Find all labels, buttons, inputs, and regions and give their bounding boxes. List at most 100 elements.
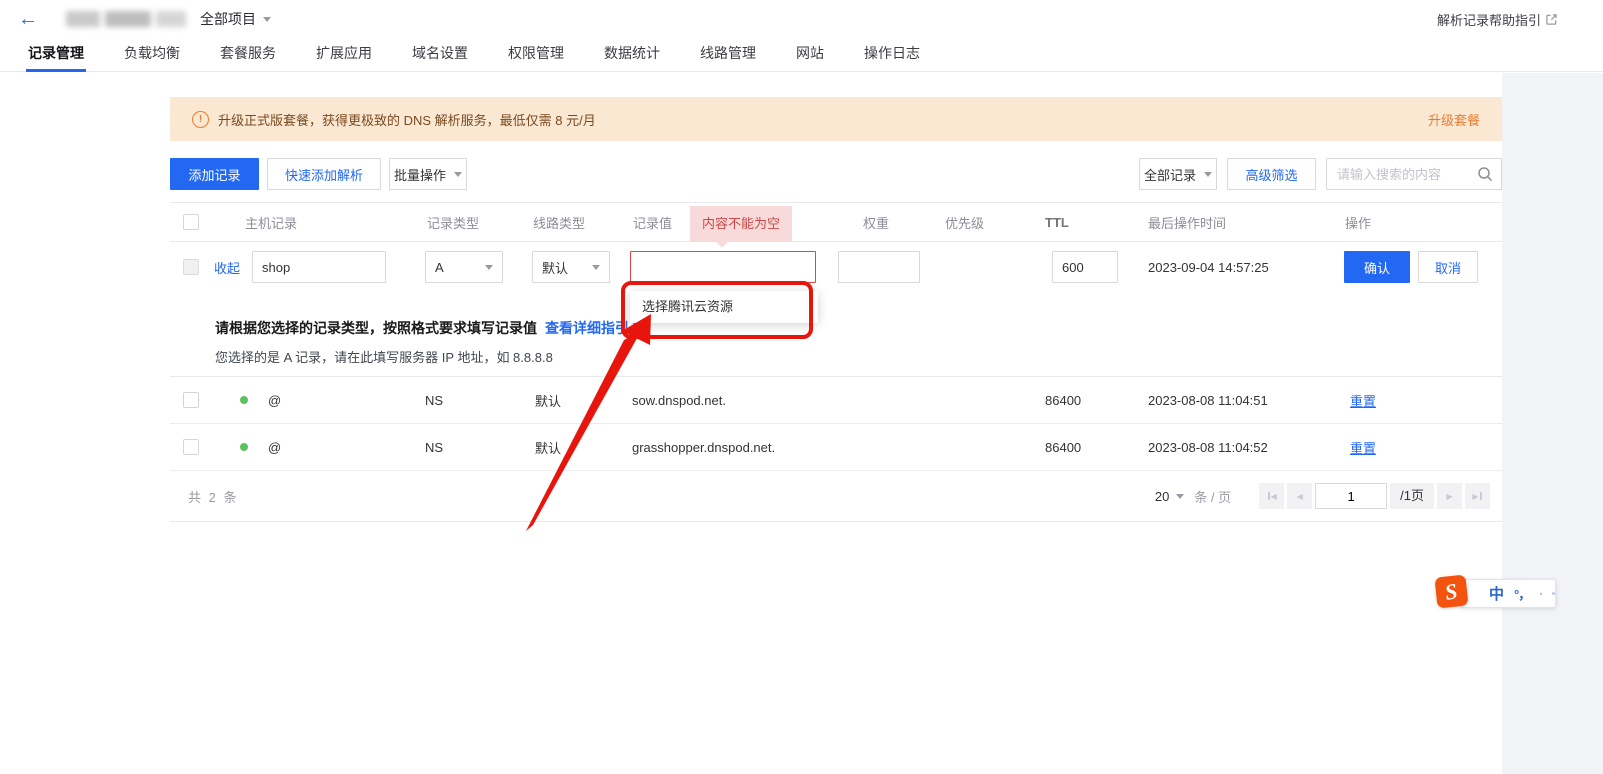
detail-guide-link[interactable]: 查看详细指引 bbox=[545, 320, 629, 336]
prev-page-button[interactable]: ◀ bbox=[1287, 483, 1312, 509]
page-right-gutter bbox=[1502, 73, 1603, 774]
row-host: @ bbox=[268, 393, 281, 408]
ime-punctuation-toggle[interactable]: °， bbox=[1514, 584, 1530, 603]
record-value-hint: 请根据您选择的记录类型，按照格式要求填写记录值查看详细指引 您选择的是 A 记录… bbox=[170, 292, 1502, 377]
host-record-input[interactable] bbox=[252, 251, 386, 283]
project-selector[interactable]: 全部项目 bbox=[200, 9, 271, 29]
select-all-checkbox[interactable] bbox=[183, 214, 199, 230]
tab-domain-settings[interactable]: 域名设置 bbox=[412, 38, 468, 72]
help-guide-link[interactable]: 解析记录帮助指引 bbox=[1437, 10, 1557, 29]
chevron-down-icon bbox=[1176, 494, 1184, 499]
tab-load-balancing[interactable]: 负载均衡 bbox=[124, 38, 180, 72]
confirm-button[interactable]: 确认 bbox=[1344, 251, 1410, 283]
keyboard-icon[interactable] bbox=[1552, 587, 1555, 600]
banner-text: 升级正式版套餐，获得更极致的 DNS 解析服务，最低仅需 8 元/月 bbox=[218, 110, 596, 129]
reset-link[interactable]: 重置 bbox=[1350, 394, 1376, 409]
table-row: @ NS 默认 sow.dnspod.net. 86400 2023-08-08… bbox=[170, 377, 1502, 424]
header-record-type: 记录类型 bbox=[400, 213, 504, 232]
tab-bar: 记录管理 负载均衡 套餐服务 扩展应用 域名设置 权限管理 数据统计 线路管理 … bbox=[0, 38, 1603, 72]
dns-record-console: ← 全部项目 解析记录帮助指引 记录管理 负载均衡 套餐服务 扩展应用 域名设置… bbox=[0, 0, 1603, 774]
batch-operation-button[interactable]: 批量操作 bbox=[389, 158, 467, 190]
record-value-input[interactable] bbox=[630, 251, 816, 283]
row-record-value: grasshopper.dnspod.net. bbox=[608, 440, 816, 455]
tab-website[interactable]: 网站 bbox=[796, 38, 824, 72]
search-input[interactable] bbox=[1326, 158, 1502, 190]
table-row: @ NS 默认 grasshopper.dnspod.net. 86400 20… bbox=[170, 424, 1502, 471]
add-record-button[interactable]: 添加记录 bbox=[170, 158, 259, 190]
back-arrow-icon[interactable]: ← bbox=[18, 9, 38, 29]
search-icon[interactable] bbox=[1477, 166, 1493, 182]
row-record-type: NS bbox=[400, 393, 504, 408]
pagination: ◀ ◀ /1页 ▶ ▶ bbox=[1259, 483, 1490, 509]
row-checkbox[interactable] bbox=[183, 392, 199, 408]
tab-permission-management[interactable]: 权限管理 bbox=[508, 38, 564, 72]
next-page-button[interactable]: ▶ bbox=[1437, 483, 1462, 509]
header-priority: 优先级 bbox=[916, 213, 1004, 232]
row-host: @ bbox=[268, 440, 281, 455]
header-weight: 权重 bbox=[816, 213, 916, 232]
toolbar-right-group: 全部记录 高级筛选 bbox=[1139, 158, 1502, 190]
upgrade-banner: ! 升级正式版套餐，获得更极致的 DNS 解析服务，最低仅需 8 元/月 升级套… bbox=[170, 97, 1502, 141]
microphone-icon[interactable] bbox=[1540, 586, 1542, 602]
row-line-type: 默认 bbox=[504, 391, 608, 410]
sogou-ime-logo[interactable]: S bbox=[1434, 574, 1468, 608]
line-type-select[interactable]: 默认 bbox=[532, 251, 610, 283]
page-size-value: 20 bbox=[1155, 489, 1169, 504]
record-edit-row: 收起 A 默认 2023-09-04 14:57:25 确认 取消 bbox=[170, 242, 1502, 292]
edit-row-timestamp: 2023-09-04 14:57:25 bbox=[1114, 260, 1322, 275]
batch-operation-label: 批量操作 bbox=[394, 165, 446, 184]
record-type-select[interactable]: A bbox=[425, 251, 503, 283]
record-filter-dropdown[interactable]: 全部记录 bbox=[1139, 158, 1217, 190]
cancel-button[interactable]: 取消 bbox=[1418, 251, 1478, 283]
header-ttl: TTL bbox=[1004, 215, 1114, 230]
page-number-input[interactable] bbox=[1315, 483, 1387, 509]
header-actions: 操作 bbox=[1322, 213, 1502, 232]
row-ttl: 86400 bbox=[1004, 393, 1114, 408]
page-count-label: /1页 bbox=[1390, 483, 1434, 509]
row-checkbox[interactable] bbox=[183, 439, 199, 455]
tab-line-management[interactable]: 线路管理 bbox=[700, 38, 756, 72]
table-header-row: 主机记录 记录类型 线路类型 记录值 权重 优先级 TTL 最后操作时间 操作 bbox=[170, 202, 1502, 242]
row-checkbox[interactable] bbox=[183, 259, 199, 275]
tab-operation-logs[interactable]: 操作日志 bbox=[864, 38, 920, 72]
chevron-down-icon bbox=[263, 17, 271, 22]
advanced-filter-button[interactable]: 高级筛选 bbox=[1227, 158, 1316, 190]
header-last-modified: 最后操作时间 bbox=[1114, 213, 1322, 232]
table-footer: 共 2 条 20 条 / 页 ◀ ◀ /1页 ▶ ▶ bbox=[170, 471, 1502, 522]
header-line-type: 线路类型 bbox=[504, 213, 608, 232]
ttl-input[interactable] bbox=[1052, 251, 1118, 283]
tab-data-statistics[interactable]: 数据统计 bbox=[604, 38, 660, 72]
status-dot-icon bbox=[240, 396, 248, 404]
row-record-type: NS bbox=[400, 440, 504, 455]
header-host: 主机记录 bbox=[214, 213, 400, 232]
status-dot-icon bbox=[240, 443, 248, 451]
chevron-down-icon bbox=[454, 172, 462, 177]
row-ttl: 86400 bbox=[1004, 440, 1114, 455]
upgrade-plan-link[interactable]: 升级套餐 bbox=[1428, 110, 1480, 129]
record-table: 主机记录 记录类型 线路类型 记录值 权重 优先级 TTL 最后操作时间 操作 … bbox=[170, 202, 1502, 522]
last-page-button[interactable]: ▶ bbox=[1465, 483, 1490, 509]
page-size-select[interactable]: 20 条 / 页 bbox=[1155, 487, 1231, 506]
tab-extended-apps[interactable]: 扩展应用 bbox=[316, 38, 372, 72]
hint-bold-text: 请根据您选择的记录类型，按照格式要求填写记录值 bbox=[215, 320, 537, 336]
ime-language-toggle[interactable]: 中 bbox=[1489, 583, 1504, 604]
reset-link[interactable]: 重置 bbox=[1350, 441, 1376, 456]
search-box bbox=[1326, 158, 1502, 190]
record-type-value: A bbox=[435, 260, 444, 275]
help-guide-label: 解析记录帮助指引 bbox=[1437, 10, 1541, 29]
hint-sub-text: 您选择的是 A 记录，请在此填写服务器 IP 地址，如 8.8.8.8 bbox=[215, 347, 1502, 366]
total-count: 共 2 条 bbox=[188, 487, 238, 506]
tab-record-management[interactable]: 记录管理 bbox=[28, 38, 84, 72]
page-size-unit: 条 / 页 bbox=[1194, 487, 1231, 506]
tab-plan-service[interactable]: 套餐服务 bbox=[220, 38, 276, 72]
weight-input[interactable] bbox=[838, 251, 920, 283]
first-page-button[interactable]: ◀ bbox=[1259, 483, 1284, 509]
external-link-icon bbox=[1546, 14, 1557, 25]
ime-toolbar: 中 °， bbox=[1460, 579, 1556, 608]
validation-error-tooltip: 内容不能为空 bbox=[690, 206, 792, 242]
row-line-type: 默认 bbox=[504, 438, 608, 457]
external-link-icon bbox=[633, 322, 644, 333]
collapse-link[interactable]: 收起 bbox=[214, 258, 240, 277]
quick-add-button[interactable]: 快速添加解析 bbox=[267, 158, 381, 190]
tencent-cloud-resource-option[interactable]: 选择腾讯云资源 bbox=[630, 291, 818, 323]
